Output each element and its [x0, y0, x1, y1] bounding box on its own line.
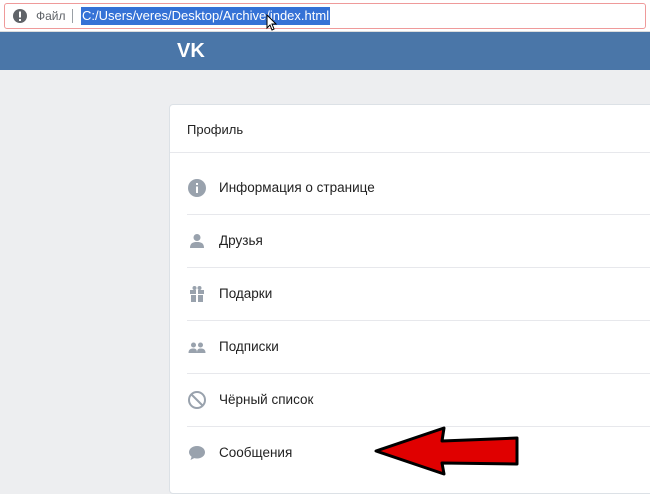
menu-item-subscriptions[interactable]: Подписки — [170, 321, 650, 374]
info-icon — [188, 179, 206, 197]
menu-item-page-info[interactable]: Информация о странице — [170, 162, 650, 215]
url-text-selected[interactable]: C:/Users/veres/Desktop/Archive/index.htm… — [81, 7, 331, 25]
block-icon — [188, 391, 206, 409]
menu-item-friends[interactable]: Друзья — [170, 215, 650, 268]
people-icon — [188, 342, 206, 353]
menu-item-label: Подарки — [219, 286, 273, 301]
vk-logo-icon[interactable]: VK — [176, 39, 206, 61]
menu-item-label: Друзья — [219, 233, 263, 248]
menu-item-label: Подписки — [219, 339, 279, 354]
menu-item-blacklist[interactable]: Чёрный список — [170, 374, 650, 427]
person-icon — [190, 234, 204, 248]
vk-top-bar: VK — [0, 32, 650, 70]
vk-logo-text: VK — [177, 40, 205, 61]
menu-item-gifts[interactable]: Подарки — [170, 268, 650, 321]
card-title: Профиль — [187, 122, 244, 137]
red-pointer-arrow — [374, 426, 519, 476]
address-separator — [72, 9, 73, 23]
text-cursor-icon — [266, 14, 278, 31]
title-divider — [170, 152, 650, 153]
message-icon — [189, 446, 205, 460]
file-scheme-label: Файл — [36, 9, 66, 23]
browser-address-bar: Файл C:/Users/veres/Desktop/Archive/inde… — [0, 0, 650, 32]
menu-item-label: Информация о странице — [219, 180, 375, 195]
menu-item-label: Сообщения — [219, 445, 293, 460]
page-info-icon[interactable] — [12, 8, 28, 24]
gift-icon — [190, 286, 204, 302]
menu-item-label: Чёрный список — [219, 392, 314, 407]
